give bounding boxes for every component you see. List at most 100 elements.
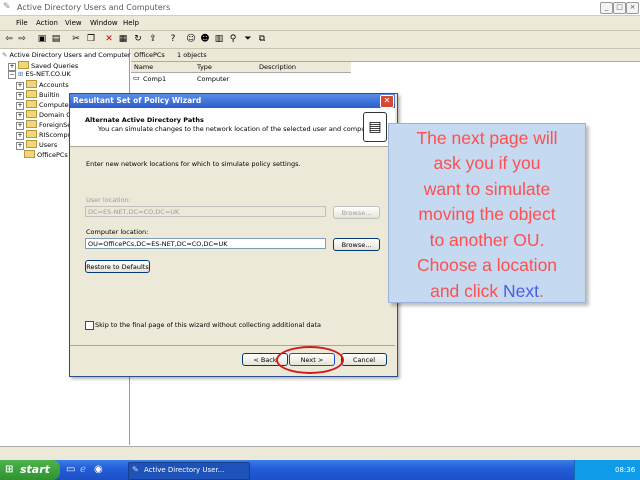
row-type: Computer [197,75,230,83]
minimize-button[interactable]: _ [600,2,613,14]
tree-root[interactable]: ✎ Active Directory Users and Computers [2,51,134,61]
computer-browse-button[interactable]: Browse... [333,238,380,251]
folder-icon [24,150,35,158]
user-location-label: User location: [86,196,131,204]
page-subheading: You can simulate changes to the network … [98,125,377,133]
menu-view[interactable]: View [65,19,82,27]
callout-text: and click [430,281,504,301]
folder-icon [26,120,37,128]
up-folder-icon[interactable]: ▣ [37,34,47,44]
tree-item-foreign-security[interactable]: + ForeignSe [16,120,71,130]
status-bar [0,446,640,461]
copy-icon[interactable]: ❐ [86,34,96,44]
table-row[interactable]: ▭ Comp1 Computer [133,74,350,84]
computer-location-field[interactable]: OU=OfficePCs,DC=ES-NET,DC=CO,DC=UK [85,238,326,249]
start-button[interactable]: ⊞ start [0,460,60,480]
filter-icon[interactable]: ⏷ [243,34,253,44]
expand-icon[interactable]: + [16,92,24,100]
menu-action[interactable]: Action [36,19,58,27]
tree-item-builtin[interactable]: + Builtin [16,90,60,100]
maximize-button[interactable]: □ [613,2,626,14]
new-group-icon[interactable]: ☻ [200,34,210,44]
container-name: OfficePCs [134,51,165,59]
dialog-header: Alternate Active Directory Paths You can… [70,108,395,147]
expand-icon[interactable]: + [16,102,24,110]
aduc-icon: ✎ [132,465,139,474]
show-desktop-icon[interactable]: ▭ [66,464,75,475]
tree-item-riscomputers[interactable]: + RIScomput [16,130,74,140]
app-icon: ✎ [3,2,11,12]
callout-line: The next page will [416,128,558,148]
export-icon[interactable]: ⇪ [148,34,158,44]
user-browse-button: Browse... [333,206,380,219]
folder-icon [26,130,37,138]
page-heading: Alternate Active Directory Paths [85,116,204,124]
column-header-description[interactable]: Description [259,63,296,71]
start-label: start [20,463,50,476]
dialog-close-icon[interactable]: ✕ [380,95,394,108]
cut-icon[interactable]: ✂ [71,34,81,44]
cancel-button[interactable]: Cancel [341,353,387,366]
delete-icon[interactable]: ✕ [104,34,114,44]
media-icon[interactable]: ◉ [94,464,103,475]
callout-highlight-next: Next [503,281,540,301]
column-header-type[interactable]: Type [197,63,212,71]
folder-icon [26,140,37,148]
expand-icon[interactable]: + [16,112,24,120]
folder-icon [26,80,37,88]
callout-line: Choose a location [416,255,558,275]
new-user-icon[interactable]: ☺ [186,34,196,44]
new-ou-icon[interactable]: ▥ [214,34,224,44]
task-label: Active Directory User... [144,466,225,474]
dialog-separator [70,345,395,346]
expand-icon[interactable]: + [16,122,24,130]
properties-icon[interactable]: ▦ [118,34,128,44]
expand-icon[interactable]: + [16,82,24,90]
tree-item-domain[interactable]: − ⊞ ES-NET.CO.UK [8,70,71,80]
console-tree-icon[interactable]: ▤ [51,34,61,44]
add-to-group-icon[interactable]: ⧉ [257,34,267,44]
back-arrow-icon[interactable]: ⇦ [4,34,14,44]
folder-icon [26,110,37,118]
next-button-highlight-ellipse [276,346,344,374]
menu-file[interactable]: File [16,19,28,27]
object-count: 1 objects [177,51,207,59]
toolbar: ⇦ ⇨ ▣ ▤ ✂ ❐ ✕ ▦ ↻ ⇪ ? ☺ ☻ ▥ ⚲ ⏷ ⧉ [0,31,640,49]
close-button[interactable]: × [626,2,639,14]
collapse-icon[interactable]: − [8,71,16,79]
expand-icon[interactable]: + [16,132,24,140]
skip-checkbox[interactable] [85,321,94,330]
tree-item-domain-controllers[interactable]: + Domain Co [16,110,75,120]
dialog-title-bar: Resultant Set of Policy Wizard [70,94,395,108]
dialog-title: Resultant Set of Policy Wizard [73,96,202,105]
row-name: Comp1 [143,75,167,83]
system-tray: 08:36 [574,460,640,480]
windows-logo-icon: ⊞ [5,464,14,475]
tree-item-accounts[interactable]: + Accounts [16,80,69,90]
window-title: Active Directory Users and Computers [17,3,171,12]
skip-checkbox-label[interactable]: Skip to the final page of this wizard wi… [95,321,321,329]
find-icon[interactable]: ⚲ [228,34,238,44]
clock: 08:36 [615,466,636,474]
browser-icon[interactable]: ℯ [80,464,86,475]
expand-icon[interactable]: + [16,142,24,150]
help-icon[interactable]: ? [168,34,178,44]
tree-item-officepcs[interactable]: OfficePCs [16,150,68,160]
tree-item-computers[interactable]: + Computers [16,100,75,110]
snapin-icon: ✎ [2,51,8,59]
domain-icon: ⊞ [18,70,24,78]
menu-help[interactable]: Help [123,19,139,27]
tree-item-users[interactable]: + Users [16,140,57,150]
forward-arrow-icon[interactable]: ⇨ [17,34,27,44]
taskbar-task-aduc[interactable]: ✎ Active Directory User... [128,462,250,480]
folder-icon [26,100,37,108]
wizard-scroll-icon: ▤ [363,112,387,142]
refresh-icon[interactable]: ↻ [133,34,143,44]
callout-last-line: and click Next. [389,281,585,302]
menu-window[interactable]: Window [90,19,118,27]
computer-icon: ▭ [133,74,140,82]
column-header-name[interactable]: Name [134,63,153,71]
folder-icon [18,61,29,69]
restore-defaults-button[interactable]: Restore to Defaults [85,260,150,273]
callout-period: . [539,281,544,301]
